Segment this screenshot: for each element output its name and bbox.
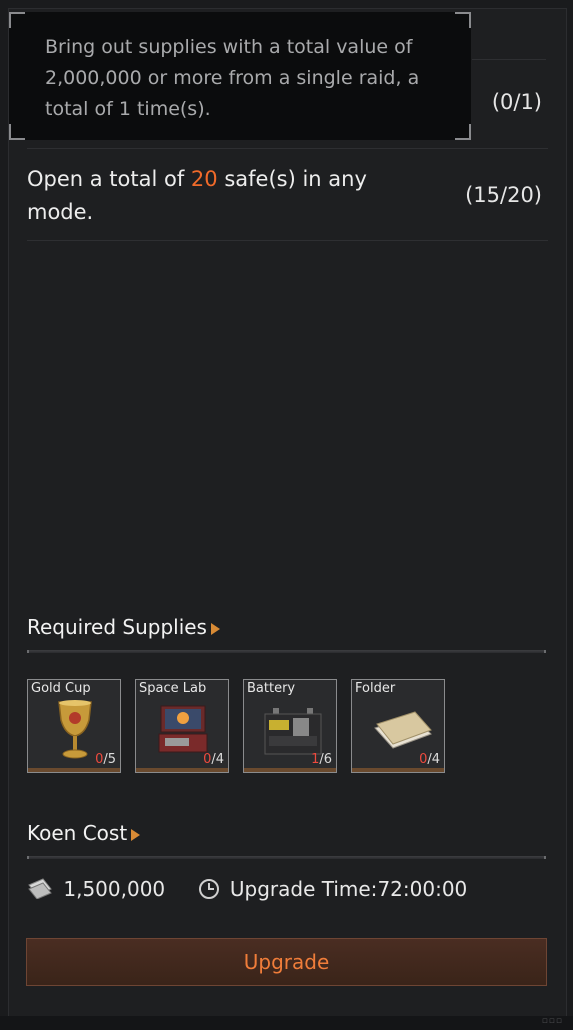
expand-arrow-icon: [131, 828, 141, 841]
koen-amount: 1,500,000: [63, 877, 166, 901]
expand-arrow-icon: [210, 622, 220, 635]
task-row-2: Open a total of 20 safe(s) in any mode. …: [27, 149, 548, 241]
task-progress: (15/20): [465, 183, 542, 207]
task-tooltip: Bring out supplies with a total value of…: [9, 12, 471, 140]
task-highlight-value: 20: [190, 167, 218, 191]
koen-cost-title[interactable]: Koen Cost: [27, 821, 141, 845]
task-progress: (0/1): [491, 90, 542, 114]
cost-row: 1,500,000 Upgrade Time:72:00:00: [27, 877, 467, 901]
upgrade-button[interactable]: Upgrade: [26, 938, 547, 986]
section-divider: [27, 856, 546, 859]
supply-slot-gold-cup[interactable]: Gold Cup 0/5: [27, 679, 121, 773]
upgrade-time-label: Upgrade Time:: [229, 877, 378, 901]
supply-count: 0/5: [95, 752, 116, 767]
section-divider: [27, 650, 546, 653]
required-supplies-title[interactable]: Required Supplies: [27, 615, 220, 639]
supply-count: 0/4: [419, 752, 440, 767]
supply-count: 0/4: [203, 752, 224, 767]
upgrade-time-value: 72:00:00: [377, 877, 468, 901]
task-description: Open a total of 20 safe(s) in any mode.: [27, 167, 367, 224]
bottom-strip: [0, 1016, 573, 1030]
supply-count: 1/6: [311, 752, 332, 767]
clock-icon: [198, 879, 219, 899]
tooltip-text: Bring out supplies with a total value of…: [45, 36, 420, 120]
resize-handle-icon[interactable]: ▫▫▫: [542, 1016, 563, 1026]
koen-currency-icon: [28, 878, 52, 900]
supply-slot-space-lab[interactable]: Space Lab 0/4: [135, 679, 229, 773]
supply-slot-folder[interactable]: Folder 0/4: [351, 679, 445, 773]
supply-slot-battery[interactable]: Battery 1/6: [243, 679, 337, 773]
